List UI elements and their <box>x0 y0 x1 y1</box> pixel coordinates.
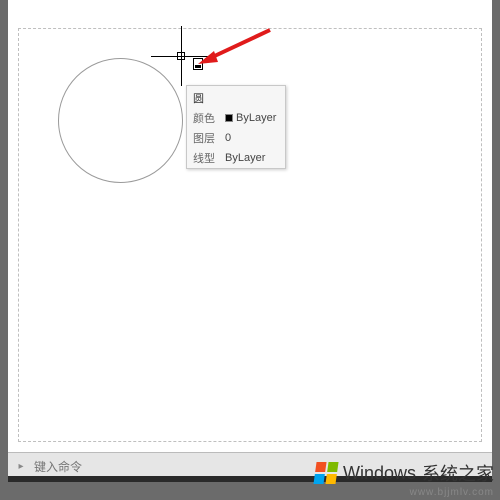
crosshair-pickbox <box>177 52 185 60</box>
watermark-brand: Windows <box>343 463 416 484</box>
tooltip-value: ByLayer <box>225 150 265 166</box>
chevron-right-icon[interactable]: ▸ <box>14 460 28 474</box>
watermark-suffix: 系统之家 <box>422 460 494 486</box>
tooltip-title: 圆 <box>187 86 285 108</box>
drawing-canvas[interactable]: 圆 颜色 ByLayer 图层 0 线型 ByLayer <box>8 0 492 452</box>
tooltip-label: 图层 <box>193 130 219 146</box>
tooltip-label: 颜色 <box>193 110 219 126</box>
tooltip-row-layer: 图层 0 <box>187 128 285 148</box>
windows-logo-icon <box>313 462 338 484</box>
tooltip-value: ByLayer <box>225 110 276 126</box>
app-frame: 圆 颜色 ByLayer 图层 0 线型 ByLayer ▸ <box>8 0 492 480</box>
tooltip-row-color: 颜色 ByLayer <box>187 108 285 128</box>
tooltip-label: 线型 <box>193 150 219 166</box>
tooltip-value-text: ByLayer <box>236 112 276 124</box>
tooltip-row-linetype: 线型 ByLayer <box>187 148 285 168</box>
circle-entity[interactable] <box>58 58 183 183</box>
watermark: Windows 系统之家 <box>315 460 494 486</box>
tooltip-value: 0 <box>225 130 231 146</box>
cursor-glyph-icon <box>193 58 203 70</box>
watermark-url: www.bjjmlv.com <box>410 487 494 498</box>
color-swatch-icon <box>225 114 233 122</box>
entity-tooltip: 圆 颜色 ByLayer 图层 0 线型 ByLayer <box>186 85 286 169</box>
